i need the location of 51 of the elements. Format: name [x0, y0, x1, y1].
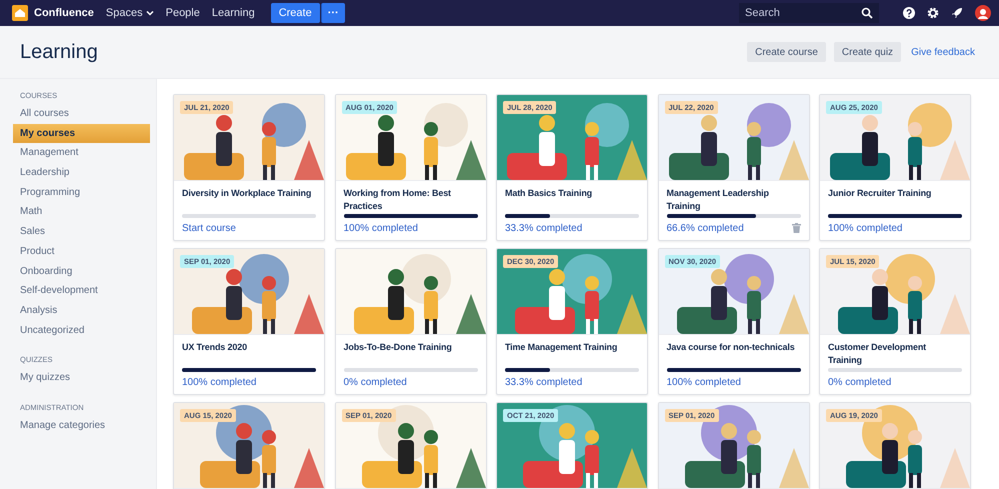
course-title: Java course for non-technicals: [666, 341, 796, 354]
progress-status[interactable]: 33.3% completed: [505, 377, 582, 388]
course-title: Time Management Training: [505, 341, 618, 354]
feedback-link[interactable]: Give feedback: [911, 46, 975, 58]
sidebar-item[interactable]: Product: [13, 242, 150, 262]
settings-icon[interactable]: [927, 7, 939, 19]
course-title: Diversity in Workplace Training: [182, 187, 312, 200]
progress-status[interactable]: 100% completed: [182, 377, 256, 388]
course-title: Junior Recruiter Training: [828, 187, 932, 200]
nav-link[interactable]: Learning: [212, 7, 255, 19]
product-name: Confluence: [34, 7, 94, 19]
sidebar-item[interactable]: Programming: [13, 182, 150, 202]
progress-status[interactable]: Start course: [182, 223, 236, 234]
sidebar-item[interactable]: My courses: [13, 124, 150, 144]
progress-status[interactable]: 0% completed: [344, 377, 407, 388]
sidebar-item[interactable]: My quizzes: [13, 368, 150, 388]
more-button[interactable]: ···: [320, 3, 345, 23]
sidebar-item[interactable]: Management: [13, 143, 150, 164]
sidebar-item[interactable]: Analysis: [13, 300, 150, 321]
sidebar-item[interactable]: Leadership: [13, 163, 150, 183]
page-title: Learning: [20, 40, 99, 64]
search-field[interactable]: Search: [739, 3, 879, 23]
nav-link[interactable]: People: [166, 7, 200, 19]
user-avatar[interactable]: [975, 5, 991, 21]
caret-icon[interactable]: [146, 9, 154, 17]
course-title: Management Leadership Training: [666, 187, 770, 213]
progress-status[interactable]: 0% completed: [828, 377, 892, 388]
header-button[interactable]: Create course: [747, 42, 826, 62]
header-button[interactable]: Create quiz: [834, 42, 902, 62]
course-title: Customer Development Training: [828, 341, 928, 367]
sidebar-item[interactable]: Onboarding: [13, 262, 150, 282]
rocket-icon[interactable]: [951, 7, 963, 19]
sidebar-item[interactable]: Uncategorized: [13, 320, 150, 340]
course-title: Working from Home: Best Practices: [344, 187, 452, 213]
course-title: UX Trends 2020: [182, 341, 248, 354]
sidebar-item[interactable]: All courses: [13, 104, 150, 124]
progress-status[interactable]: 100% completed: [828, 223, 902, 234]
nav-link[interactable]: Spaces: [106, 7, 154, 19]
course-card[interactable]: Jobs-To-Be-Done Training 0% completed: [334, 248, 486, 395]
create-button[interactable]: Create: [270, 3, 320, 23]
progress-status[interactable]: 100% completed: [666, 377, 741, 388]
sidebar-item[interactable]: Math: [13, 202, 150, 222]
help-icon[interactable]: [903, 7, 915, 19]
progress-status[interactable]: 66.6% completed: [666, 223, 744, 234]
course-title: Math Basics Training: [505, 187, 594, 200]
progress-status[interactable]: 33.3% completed: [505, 223, 582, 234]
course-title: Jobs-To-Be-Done Training: [344, 341, 453, 354]
sidebar-item[interactable]: Self-development: [13, 281, 150, 301]
progress-status[interactable]: 100% completed: [344, 223, 418, 234]
sidebar-item[interactable]: Sales: [13, 222, 150, 242]
sidebar-item[interactable]: Manage categories: [13, 416, 150, 436]
